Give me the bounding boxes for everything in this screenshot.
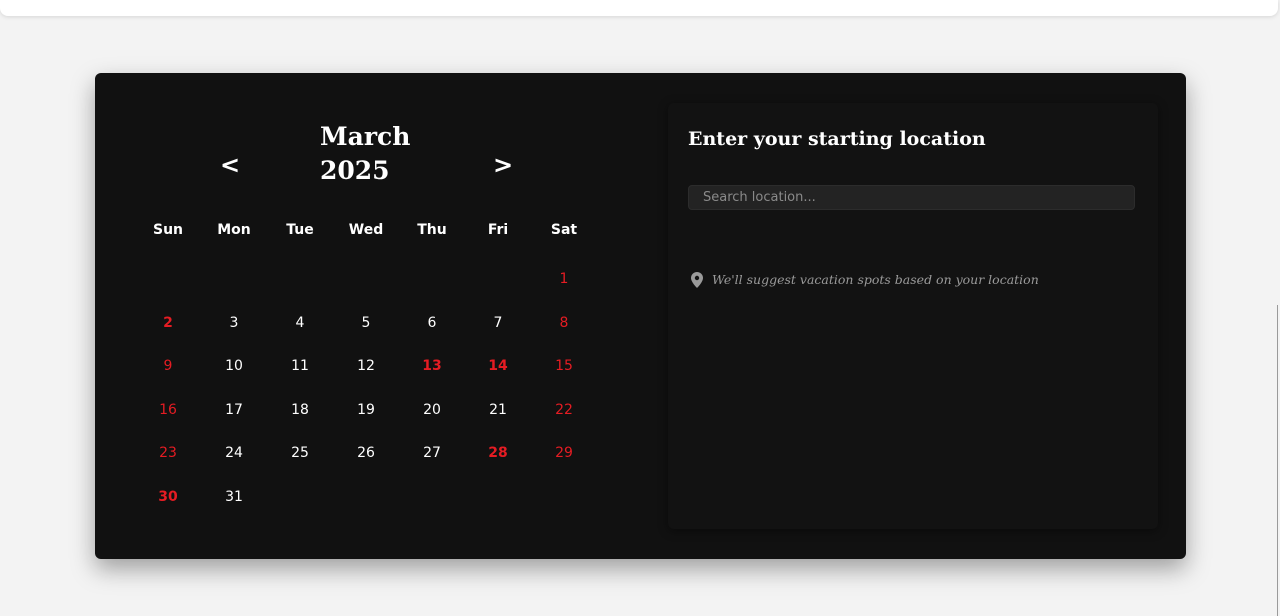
calendar-day[interactable]: 13 bbox=[399, 356, 465, 400]
calendar-day[interactable]: 31 bbox=[201, 487, 267, 531]
weekday-label: Tue bbox=[286, 222, 314, 238]
calendar-day[interactable]: 15 bbox=[531, 356, 597, 400]
calendar-day[interactable]: 19 bbox=[333, 400, 399, 444]
calendar-empty-cell bbox=[201, 269, 267, 313]
calendar-day[interactable]: 2 bbox=[135, 313, 201, 357]
calendar-day[interactable]: 16 bbox=[135, 400, 201, 444]
calendar-day[interactable]: 6 bbox=[399, 313, 465, 357]
calendar-empty-cell bbox=[333, 269, 399, 313]
calendar-day[interactable]: 28 bbox=[465, 443, 531, 487]
weekday-label: Sun bbox=[152, 222, 184, 238]
calendar-day[interactable]: 14 bbox=[465, 356, 531, 400]
calendar-day[interactable]: 26 bbox=[333, 443, 399, 487]
location-hint: We'll suggest vacation spots based on yo… bbox=[691, 271, 1039, 289]
calendar-day[interactable]: 27 bbox=[399, 443, 465, 487]
calendar-day[interactable]: 17 bbox=[201, 400, 267, 444]
year-title: 2025 bbox=[320, 156, 390, 185]
calendar-day[interactable]: 24 bbox=[201, 443, 267, 487]
month-title: March bbox=[320, 122, 411, 151]
calendar-day[interactable]: 22 bbox=[531, 400, 597, 444]
next-month-button[interactable]: > bbox=[493, 151, 513, 179]
calendar-day[interactable]: 7 bbox=[465, 313, 531, 357]
calendar-day[interactable]: 1 bbox=[531, 269, 597, 313]
calendar-empty-cell bbox=[267, 269, 333, 313]
calendar-day[interactable]: 18 bbox=[267, 400, 333, 444]
calendar-day[interactable]: 21 bbox=[465, 400, 531, 444]
prev-month-button[interactable]: < bbox=[220, 151, 240, 179]
calendar-day[interactable]: 9 bbox=[135, 356, 201, 400]
calendar-day[interactable]: 25 bbox=[267, 443, 333, 487]
calendar-day[interactable]: 8 bbox=[531, 313, 597, 357]
calendar-day-grid: 1 2 3 4 5 6 7 8 9 10 11 12 13 14 15 16 17 18 19 20 21 22 23 24 2… bbox=[135, 269, 597, 531]
weekday-label: Thu bbox=[417, 222, 447, 238]
calendar-day[interactable]: 3 bbox=[201, 313, 267, 357]
calendar-day[interactable]: 12 bbox=[333, 356, 399, 400]
location-hint-text: We'll suggest vacation spots based on yo… bbox=[712, 272, 1039, 287]
location-title: Enter your starting location bbox=[688, 128, 986, 150]
calendar-day[interactable]: 29 bbox=[531, 443, 597, 487]
calendar-day[interactable]: 5 bbox=[333, 313, 399, 357]
weekday-label: Sat bbox=[550, 222, 578, 238]
weekday-label: Fri bbox=[487, 222, 509, 238]
calendar-header: < March 2025 > bbox=[95, 73, 635, 203]
calendar-day[interactable]: 10 bbox=[201, 356, 267, 400]
weekday-label: Mon bbox=[217, 222, 251, 238]
calendar-day[interactable]: 20 bbox=[399, 400, 465, 444]
vacation-planner-panel: < March 2025 > Sun Mon Tue Wed Thu Fri S… bbox=[95, 73, 1186, 559]
weekday-header-row: Sun Mon Tue Wed Thu Fri Sat bbox=[135, 220, 597, 240]
calendar-empty-cell bbox=[399, 269, 465, 313]
map-pin-icon bbox=[691, 272, 703, 288]
top-bar bbox=[0, 0, 1278, 16]
location-card: Enter your starting location We'll sugge… bbox=[668, 103, 1158, 529]
calendar-day[interactable]: 23 bbox=[135, 443, 201, 487]
calendar-day[interactable]: 4 bbox=[267, 313, 333, 357]
calendar-empty-cell bbox=[135, 269, 201, 313]
weekday-label: Wed bbox=[348, 222, 384, 238]
calendar-day[interactable]: 30 bbox=[135, 487, 201, 531]
calendar-day[interactable]: 11 bbox=[267, 356, 333, 400]
scrollbar[interactable] bbox=[1277, 305, 1278, 616]
location-search-input[interactable] bbox=[688, 185, 1135, 210]
calendar-empty-cell bbox=[465, 269, 531, 313]
